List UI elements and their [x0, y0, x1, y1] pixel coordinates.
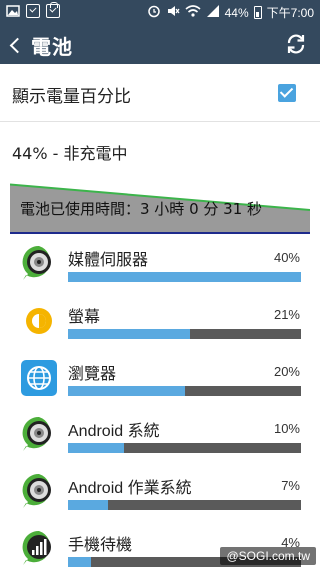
app-name: 媒體伺服器: [68, 252, 149, 269]
battery-usage-graph[interactable]: 電池已使用時間：3 小時 0 分 31 秒: [10, 178, 310, 236]
show-percentage-label: 顯示電量百分比: [12, 87, 131, 107]
show-percentage-row[interactable]: 顯示電量百分比: [0, 64, 320, 122]
app-percent: 10%: [273, 421, 300, 436]
app-name: Android 作業系統: [68, 480, 192, 497]
app-usage-item[interactable]: Android 系統 10%: [0, 409, 320, 466]
app-name: 瀏覽器: [68, 366, 117, 383]
shopping-bag-icon: [46, 2, 60, 18]
app-name: Android 系統: [68, 423, 160, 440]
app-name: 手機待機: [68, 537, 133, 554]
app-usage-bar: [68, 386, 301, 396]
app-usage-bar-fill: [68, 500, 108, 510]
chevron-left-icon: [9, 37, 26, 53]
page-title: 電池: [31, 34, 73, 59]
battery-usage-duration: 電池已使用時間：3 小時 0 分 31 秒: [20, 200, 263, 218]
app-name: 螢幕: [68, 309, 101, 326]
app-usage-bar-fill: [68, 443, 124, 453]
app-usage-bar-fill: [68, 386, 185, 396]
system-icons: 44% 下午7:00: [147, 4, 314, 21]
app-percent: 21%: [273, 307, 300, 322]
app-percent: 7%: [281, 478, 300, 493]
app-usage-item[interactable]: 螢幕 21%: [0, 295, 320, 352]
app-usage-bar: [68, 329, 301, 339]
show-percentage-checkbox[interactable]: [278, 84, 296, 102]
app-usage-item[interactable]: Android 作業系統 7%: [0, 466, 320, 523]
back-button[interactable]: 電池: [6, 30, 96, 60]
app-usage-item[interactable]: 媒體伺服器 40%: [0, 238, 320, 295]
app-usage-item[interactable]: 瀏覽器 20%: [0, 352, 320, 409]
alarm-icon: [147, 4, 161, 21]
refresh-button[interactable]: [284, 32, 308, 56]
signal-icon: [206, 4, 220, 21]
refresh-icon: [287, 34, 305, 54]
battery-icon: [253, 6, 262, 19]
notification-icons: [6, 2, 60, 18]
checkbox-icon: [26, 4, 40, 18]
battery-status-text: 44% - 非充電中: [12, 144, 128, 163]
battery-percent: 44%: [224, 5, 249, 20]
battery-status-row: 44% - 非充電中: [0, 122, 320, 178]
app-percent: 40%: [273, 250, 300, 265]
action-bar: 電池: [0, 24, 320, 64]
app-usage-bar: [68, 500, 301, 510]
phone-idle-icon: [20, 529, 58, 567]
status-bar: 44% 下午7:00: [0, 0, 320, 24]
screen-brightness-icon: [20, 301, 58, 339]
android-system-icon: [20, 415, 58, 453]
browser-globe-icon: [20, 358, 58, 396]
app-usage-bar: [68, 443, 301, 453]
app-usage-bar-fill: [68, 329, 191, 339]
app-percent: 20%: [273, 364, 300, 379]
app-usage-bar: [68, 272, 301, 282]
mute-icon: [166, 4, 180, 21]
app-usage-bar-fill: [68, 272, 301, 282]
photo-icon: [6, 4, 20, 18]
wifi-icon: [185, 4, 201, 21]
clock: 下午7:00: [266, 6, 314, 20]
app-usage-bar-fill: [68, 557, 92, 567]
media-server-icon: [20, 244, 58, 282]
watermark: @SOGI.com.tw: [220, 547, 316, 565]
android-os-icon: [20, 472, 58, 510]
